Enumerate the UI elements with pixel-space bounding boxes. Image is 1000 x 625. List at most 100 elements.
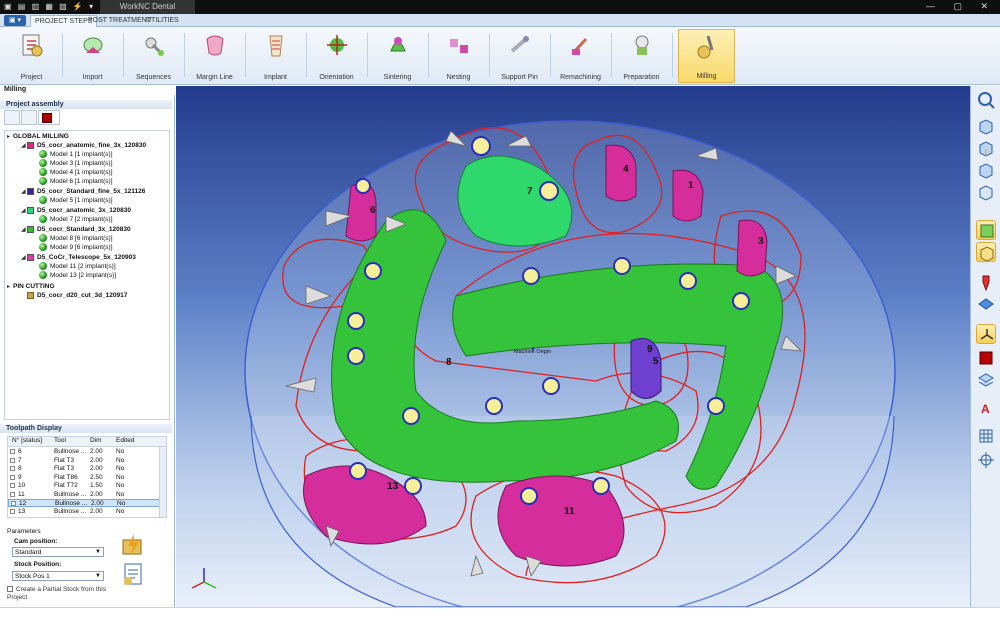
ribbon-import-button[interactable]: Import [64, 29, 121, 83]
model-label-9: 9 [647, 344, 653, 355]
view-toolbar: A [970, 86, 1000, 607]
table-row[interactable]: 9 Flat T86 2.50 No [8, 474, 160, 482]
window-controls[interactable]: — ▢ ✕ [926, 1, 996, 12]
project-assembly-header: Project assembly [0, 100, 172, 109]
tool-icon[interactable] [21, 110, 37, 125]
table-scrollbar[interactable] [159, 447, 166, 517]
application-menu-button[interactable]: ▣ ▾ [4, 15, 26, 26]
compute-toolpath-icon[interactable] [120, 532, 146, 558]
pin-icon [27, 291, 34, 299]
view-cube-side-icon[interactable] [976, 160, 996, 180]
tree-model[interactable]: Model 7 [2 implant(s)] [39, 215, 113, 224]
report-icon[interactable] [120, 561, 146, 587]
model-label-7: 7 [527, 186, 533, 197]
model-label-8: 8 [446, 357, 452, 368]
tree-global-milling[interactable]: ▸ GLOBAL MILLING [7, 132, 69, 141]
tree-pin-item[interactable]: D5_cocr_d20_cut_3d_120917 [27, 291, 127, 300]
tree-model[interactable]: Model 13 [2 implant(s)] [39, 271, 116, 280]
ribbon-support-pin-button[interactable]: Support Pin [491, 29, 548, 83]
model-label-5: 5 [653, 356, 659, 367]
implant-icon [268, 35, 283, 57]
model-ball-icon [39, 234, 47, 243]
model-ball-icon [39, 215, 47, 224]
view-cube-iso-icon[interactable] [976, 182, 996, 202]
ribbon-milling-button[interactable]: Milling [678, 29, 735, 83]
ribbon-sintering-button[interactable]: Sintering [369, 29, 426, 83]
tree-model[interactable]: Model 3 [1 implant(s)] [39, 159, 113, 168]
ribbon-project-button[interactable]: Project [3, 29, 60, 83]
orientation-icon [326, 35, 347, 55]
table-row-selected[interactable]: 12 Bullnose ... 2.00 No [8, 499, 160, 508]
model-label-1: 1 [688, 180, 694, 191]
tree-group[interactable]: ◢ D5_cocr_anatomic_fine_3x_120830 [21, 141, 146, 150]
tree-model[interactable]: Model 11 [2 implant(s)] [39, 262, 116, 271]
tree-model[interactable]: Model 4 [1 implant(s)] [39, 168, 113, 177]
status-bar [0, 607, 1000, 625]
grid-icon[interactable] [976, 426, 996, 446]
color-swatch-icon[interactable] [976, 348, 996, 368]
quick-access-toolbar[interactable]: ▣ ▤ ▥ ▦ ▧ ⚡ ▾ [4, 2, 95, 11]
ribbon-implant-button[interactable]: Implant [247, 29, 304, 83]
tree-model[interactable]: Model 5 [1 implant(s)] [39, 196, 113, 205]
color-picker-button[interactable] [38, 110, 60, 125]
model-ball-icon [39, 196, 47, 205]
model-label-13: 13 [387, 481, 399, 492]
stock-position-select[interactable]: Stock Pos 1 ▼ [12, 571, 104, 581]
project-icon [22, 34, 42, 57]
import-icon [83, 37, 102, 53]
stock-view-icon[interactable] [976, 242, 996, 262]
milling-icon [697, 35, 713, 59]
purple-implant [630, 338, 662, 399]
tool-holder-icon[interactable] [976, 272, 996, 292]
shaded-view-icon[interactable] [976, 220, 996, 240]
partial-stock-checkbox[interactable]: Create a Partial Stock from this Project [7, 586, 107, 602]
plane-view-icon[interactable] [976, 294, 996, 314]
text-annotation-icon[interactable]: A [976, 398, 996, 418]
nesting-scene: 6 7 4 1 3 8 9 5 13 11 Machine Origin [191, 120, 896, 622]
ribbon-margin-line-button[interactable]: Margin Line [186, 29, 243, 83]
table-row[interactable]: 10 Flat T72 1.50 No [8, 482, 160, 490]
tree-model[interactable]: Model 8 [6 implant(s)] [39, 234, 113, 243]
table-row[interactable]: 6 Bullnose ... 2.00 No [8, 448, 160, 456]
tree-group[interactable]: ◢ D5_cocr_Standard_3x_120830 [21, 225, 131, 234]
ribbon-sequences-button[interactable]: Sequences [125, 29, 182, 83]
nesting-icon [449, 39, 468, 53]
tree-model[interactable]: Model 9 [6 implant(s)] [39, 243, 113, 252]
ribbon-remachining-button[interactable]: Remachining [552, 29, 609, 83]
ribbon-nesting-button[interactable]: Nesting [430, 29, 487, 83]
tab-utilities[interactable]: UTILITIES [142, 15, 183, 27]
model-label-4: 4 [623, 164, 629, 175]
model-ball-icon [39, 177, 47, 186]
cam-position-select[interactable]: Standard ▼ [12, 547, 104, 557]
model-ball-icon [39, 150, 47, 159]
view-cube-top-icon[interactable] [976, 116, 996, 136]
model-label-6: 6 [370, 205, 376, 216]
table-row[interactable]: 7 Flat T3 2.00 No [8, 457, 160, 465]
ribbon-preparation-button[interactable]: Preparation [613, 29, 670, 83]
crosshair-icon[interactable] [976, 450, 996, 470]
tree-group[interactable]: ◢ D5_cocr_anatomic_3x_120830 [21, 206, 131, 215]
table-row[interactable]: 13 Bullnose ... 2.00 No [8, 508, 160, 516]
tree-model[interactable]: Model 6 [1 implant(s)] [39, 177, 113, 186]
title-bar: ▣ ▤ ▥ ▦ ▧ ⚡ ▾ WorkNC Dental — ▢ ✕ [0, 0, 1000, 14]
window-title: WorkNC Dental [100, 0, 195, 14]
axis-view-icon[interactable] [976, 324, 996, 344]
tree-model[interactable]: Model 1 [1 implant(s)] [39, 150, 113, 159]
view-cube-front-icon[interactable] [976, 138, 996, 158]
support-pin-icon [510, 36, 529, 53]
tree-group[interactable]: ◢ D5_cocr_Standard_fine_5x_121126 [21, 187, 145, 196]
section-title: Milling [4, 86, 27, 93]
tree-group[interactable]: ◢ D5_CoCr_Telescope_5x_120903 [21, 253, 136, 262]
layers-icon[interactable] [976, 370, 996, 390]
axis-triad-icon [191, 568, 217, 589]
wrench-icon[interactable] [4, 110, 20, 125]
ribbon-orientation-button[interactable]: Orientation [308, 29, 365, 83]
model-ball-icon [39, 168, 47, 177]
toolpath-table: N° [status] Tool Dim Edited 6 Bullnose ..… [7, 436, 167, 518]
tree-pin-cutting[interactable]: ▸ PIN CUTTING [7, 282, 55, 291]
table-row[interactable]: 11 Bullnose ... 2.00 No [8, 491, 160, 499]
model-ball-icon [39, 262, 47, 271]
table-row[interactable]: 8 Flat T3 2.00 No [8, 465, 160, 473]
3d-viewport[interactable]: 6 7 4 1 3 8 9 5 13 11 Machine Origin [176, 86, 970, 622]
zoom-fit-icon[interactable] [976, 90, 996, 110]
